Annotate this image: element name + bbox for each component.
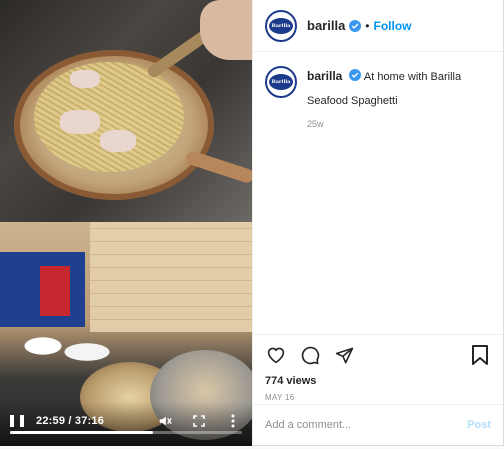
muted-speaker-icon[interactable] bbox=[156, 412, 174, 430]
caption-avatar[interactable]: Barilla bbox=[265, 66, 297, 98]
share-icon[interactable] bbox=[333, 344, 355, 366]
caption: Barilla barilla At home with Barilla Sea… bbox=[253, 52, 503, 129]
video-frame-top bbox=[0, 0, 252, 222]
video-time: 22:59 / 37:16 bbox=[36, 415, 105, 427]
caption-title: Seafood Spaghetti bbox=[307, 95, 398, 107]
post-button[interactable]: Post bbox=[467, 419, 491, 431]
spaghetti bbox=[34, 62, 184, 172]
verified-badge-icon bbox=[349, 69, 362, 81]
more-vertical-icon[interactable] bbox=[224, 412, 242, 430]
bookmark-icon[interactable] bbox=[469, 344, 491, 366]
seafood-piece bbox=[60, 110, 100, 134]
post-modal: 22:59 / 37:16 Barilla barilla • Follow B… bbox=[0, 0, 504, 449]
avatar-logo-text: Barilla bbox=[271, 79, 291, 85]
post-date[interactable]: MAY 16 bbox=[265, 393, 491, 402]
video-controls: 22:59 / 37:16 bbox=[0, 402, 252, 446]
avatar[interactable]: Barilla bbox=[265, 9, 297, 42]
comment-box: Post bbox=[253, 404, 503, 445]
fullscreen-icon[interactable] bbox=[190, 412, 208, 430]
caption-text: At home with Barilla bbox=[363, 71, 462, 83]
pasta-box-red bbox=[40, 266, 70, 316]
header-username[interactable]: barilla bbox=[307, 18, 345, 33]
caption-username[interactable]: barilla bbox=[307, 69, 342, 83]
hand bbox=[200, 0, 252, 60]
post-age[interactable]: 25w bbox=[307, 119, 461, 129]
avatar-logo-text: Barilla bbox=[271, 22, 291, 29]
post-actions: 774 views MAY 16 bbox=[253, 334, 503, 402]
video-progress-bar[interactable] bbox=[10, 431, 242, 434]
heart-icon[interactable] bbox=[265, 344, 287, 366]
comment-icon[interactable] bbox=[299, 344, 321, 366]
separator-dot: • bbox=[365, 18, 370, 33]
post-details-panel: Barilla barilla • Follow Barilla barilla… bbox=[252, 0, 504, 446]
video-player[interactable]: 22:59 / 37:16 bbox=[0, 0, 252, 446]
tile-backsplash bbox=[90, 222, 252, 332]
pause-icon[interactable] bbox=[10, 414, 24, 428]
verified-badge-icon bbox=[349, 19, 362, 32]
follow-button[interactable]: Follow bbox=[374, 19, 412, 33]
view-count[interactable]: 774 views bbox=[265, 375, 491, 387]
comment-input[interactable] bbox=[265, 419, 468, 431]
post-header: Barilla barilla • Follow bbox=[253, 0, 503, 52]
seafood-piece bbox=[100, 130, 136, 152]
video-progress-fill bbox=[10, 431, 154, 434]
seafood-piece bbox=[70, 70, 100, 88]
